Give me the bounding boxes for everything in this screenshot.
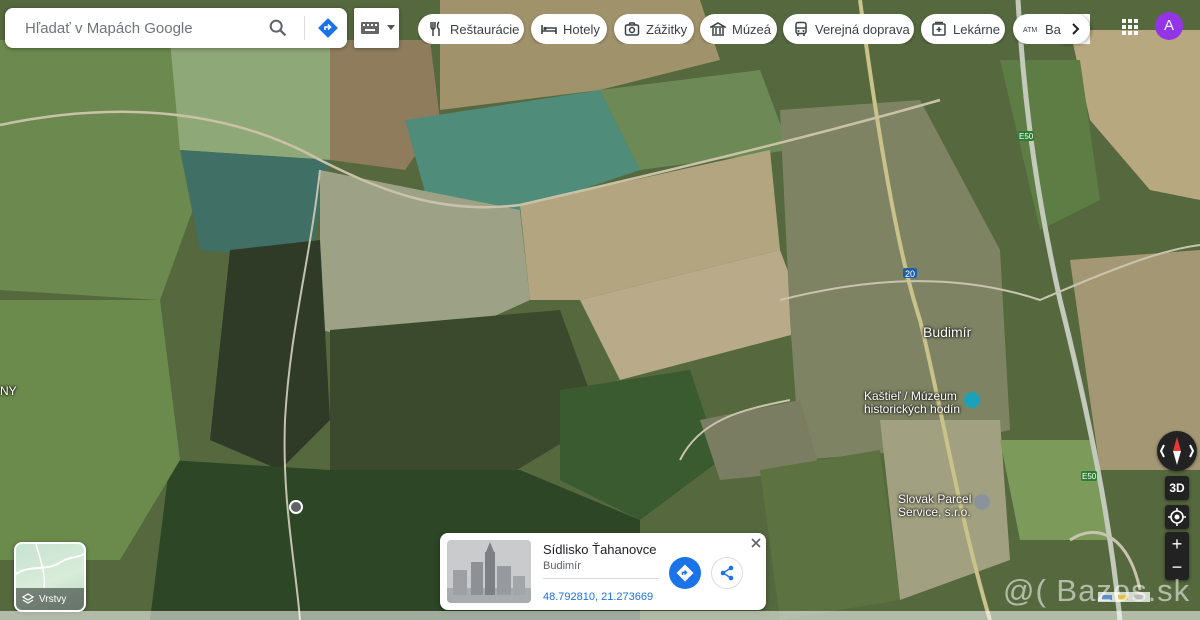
- place-photo[interactable]: [447, 540, 531, 603]
- place-label-kastiel[interactable]: Kaštieľ / Múzeum historických hodín: [864, 390, 964, 416]
- chip-pharmacies[interactable]: Lekárne: [921, 14, 1005, 44]
- chips-next-button[interactable]: [1061, 14, 1090, 44]
- zoom-in-button[interactable]: +: [1165, 532, 1189, 556]
- bed-icon: [541, 25, 557, 34]
- layers-icon: [22, 593, 34, 604]
- place-subtitle: Budimír: [543, 560, 581, 572]
- chip-public-transport[interactable]: Verejná doprava: [783, 14, 914, 44]
- place-label-budimir[interactable]: Budimír: [923, 325, 971, 339]
- search-box: [5, 8, 347, 48]
- road-label-20: 20: [905, 269, 916, 279]
- input-tools-button[interactable]: [354, 8, 399, 48]
- bus-icon: [795, 21, 807, 36]
- compass-button[interactable]: [1157, 431, 1197, 471]
- svg-text:ATM: ATM: [1023, 27, 1037, 34]
- place-divider: [543, 578, 659, 579]
- layers-bar: Vrstvy: [16, 588, 84, 610]
- category-chips: Reštaurácie Hotely Zážitky Múzeá Verejná…: [418, 14, 1090, 44]
- close-icon[interactable]: [749, 536, 763, 550]
- place-label-edge: NY: [0, 384, 17, 398]
- search-icon[interactable]: [267, 17, 289, 39]
- directions-icon[interactable]: [316, 16, 340, 40]
- account-avatar[interactable]: A: [1155, 12, 1183, 40]
- 3d-button[interactable]: 3D: [1165, 476, 1189, 500]
- chevron-right-icon: [1072, 23, 1080, 35]
- chip-restaurants[interactable]: Reštaurácie: [418, 14, 524, 44]
- search-divider: [304, 16, 305, 40]
- road-label-e50-north: E50: [1019, 132, 1034, 141]
- my-location-button[interactable]: [1165, 505, 1189, 529]
- place-label-parcel-service[interactable]: Slovak Parcel Service, s.r.o.: [898, 493, 978, 519]
- place-card: Sídlisko Ťahanovce Budimír 48.792810, 21…: [440, 533, 766, 610]
- compass-icon: [1159, 437, 1195, 465]
- road-label-e50-south: E50: [1082, 472, 1097, 481]
- place-coordinates[interactable]: 48.792810, 21.273669: [543, 591, 653, 603]
- chevron-down-icon[interactable]: [387, 25, 395, 30]
- layers-button[interactable]: Vrstvy: [14, 542, 86, 612]
- layers-label: Vrstvy: [39, 593, 67, 605]
- search-input[interactable]: [23, 18, 257, 38]
- chip-museums[interactable]: Múzeá: [700, 14, 777, 44]
- map-footer: [0, 611, 1200, 620]
- directions-icon: [676, 564, 694, 582]
- building-illustration-icon: [447, 542, 531, 603]
- camera-icon: [624, 22, 640, 36]
- directions-button[interactable]: [669, 557, 701, 589]
- watermark: @( Bazos.sk: [1003, 573, 1191, 608]
- pharmacy-icon: [932, 21, 946, 36]
- chip-experiences[interactable]: Zážitky: [614, 14, 694, 44]
- atm-icon: ATM: [1023, 27, 1037, 34]
- share-button[interactable]: [711, 557, 743, 589]
- chip-hotels[interactable]: Hotely: [531, 14, 607, 44]
- layers-thumbnail: [16, 544, 84, 589]
- satellite-map[interactable]: [0, 0, 1200, 620]
- place-title: Sídlisko Ťahanovce: [543, 542, 657, 557]
- museum-icon: [710, 22, 726, 36]
- my-location-icon: [1168, 508, 1186, 526]
- fork-knife-icon: [430, 21, 440, 36]
- share-icon: [720, 565, 734, 581]
- apps-grid-icon[interactable]: [1121, 18, 1139, 36]
- keyboard-icon: [361, 22, 379, 34]
